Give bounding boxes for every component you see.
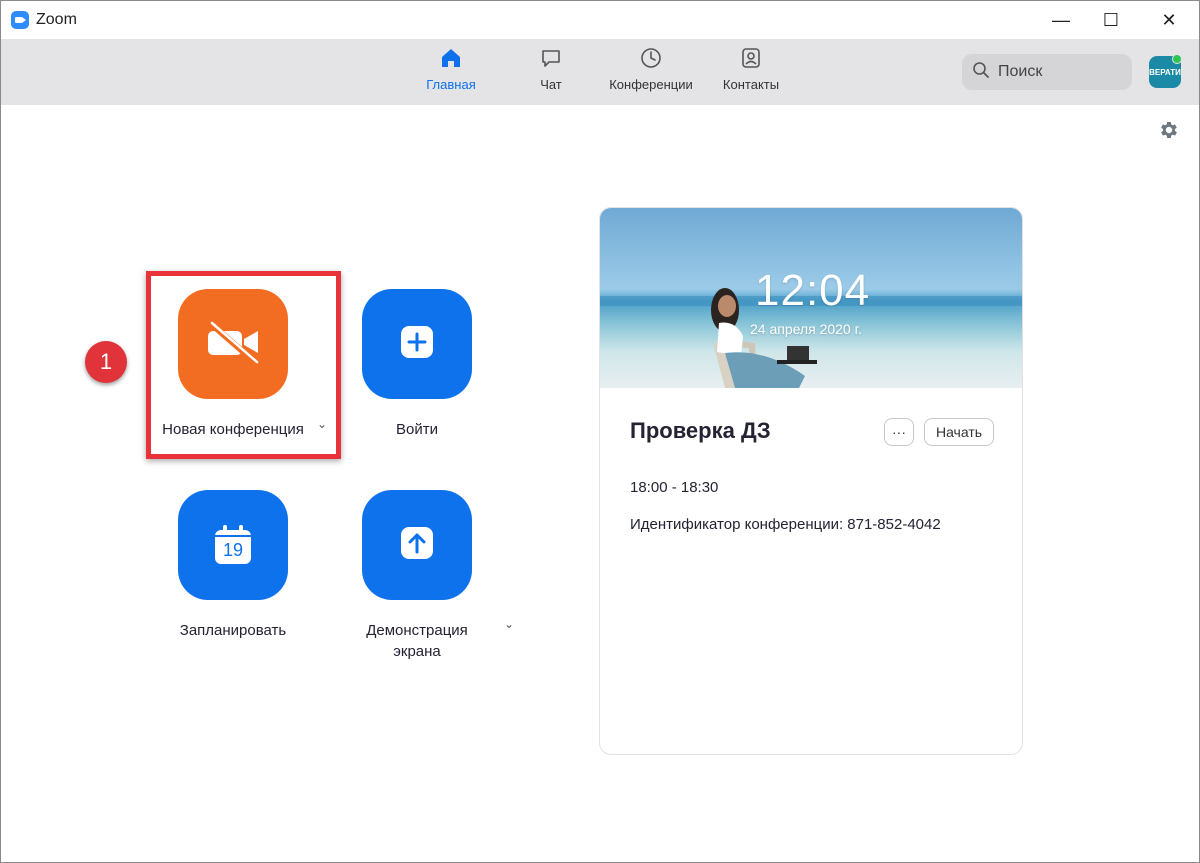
main-toolbar: Главная Чат Конференции Контакты Поиск В…	[1, 39, 1199, 105]
home-icon	[438, 45, 464, 71]
start-meeting-button[interactable]: Начать	[924, 418, 994, 446]
meeting-title: Проверка ДЗ	[630, 418, 771, 443]
join-label: Войти	[396, 421, 438, 438]
share-screen-action[interactable]: Демонстрация экрана	[327, 490, 507, 662]
upcoming-meeting-card: 12:04 24 апреля 2020 г. Проверка ДЗ ··· …	[599, 207, 1023, 755]
schedule-action[interactable]: 19 Запланировать	[143, 490, 323, 641]
plus-icon	[397, 322, 437, 367]
title-bar: Zoom — ☐ ✕	[1, 1, 1199, 39]
contacts-icon	[738, 45, 764, 71]
share-screen-label: Демонстрация экрана	[366, 620, 468, 662]
clock-time: 12:04	[755, 266, 871, 315]
share-screen-button[interactable]	[362, 490, 472, 600]
close-button[interactable]: ✕	[1146, 1, 1192, 39]
schedule-label: Запланировать	[179, 622, 287, 639]
join-action[interactable]: Войти	[327, 289, 507, 440]
share-up-arrow-icon	[397, 523, 437, 568]
chat-icon	[538, 45, 564, 71]
tab-meetings[interactable]: Конференции	[601, 45, 701, 99]
join-button[interactable]	[362, 289, 472, 399]
share-screen-label-line2: экрана	[393, 643, 441, 660]
meeting-time: 18:00 - 18:30	[630, 479, 719, 496]
share-screen-label-line1: Демонстрация	[366, 622, 468, 639]
zoom-logo-icon	[11, 11, 29, 29]
tab-label: Конференции	[609, 77, 693, 92]
presence-indicator	[1172, 54, 1182, 64]
tab-chat[interactable]: Чат	[526, 45, 576, 99]
highlight-box	[146, 271, 341, 459]
settings-gear-icon[interactable]	[1158, 119, 1180, 141]
maximize-button[interactable]: ☐	[1088, 1, 1134, 39]
meeting-id: Идентификатор конференции: 871-852-4042	[630, 516, 941, 533]
clock-icon	[638, 45, 664, 71]
share-screen-dropdown-chevron-icon[interactable]: ⌄	[504, 617, 514, 631]
clock-date: 24 апреля 2020 г.	[750, 321, 862, 337]
more-options-button[interactable]: ···	[884, 418, 914, 446]
tab-label: Контакты	[722, 77, 780, 92]
schedule-button[interactable]: 19	[178, 490, 288, 600]
calendar-icon: 19	[211, 523, 255, 567]
app-title: Zoom	[36, 11, 77, 28]
tab-label: Чат	[540, 77, 562, 92]
minimize-button[interactable]: —	[1038, 1, 1084, 39]
beach-banner-image: 12:04 24 апреля 2020 г.	[600, 208, 1022, 388]
search-icon	[972, 61, 990, 84]
tab-home[interactable]: Главная	[421, 45, 481, 99]
tab-contacts[interactable]: Контакты	[714, 45, 788, 99]
step-marker: 1	[85, 341, 127, 383]
search-input[interactable]: Поиск	[962, 54, 1132, 90]
tab-label: Главная	[426, 77, 476, 92]
search-placeholder: Поиск	[998, 63, 1043, 80]
zoom-window: Zoom — ☐ ✕ Главная Чат Конференции Конта…	[0, 0, 1200, 863]
calendar-day: 19	[222, 540, 244, 560]
